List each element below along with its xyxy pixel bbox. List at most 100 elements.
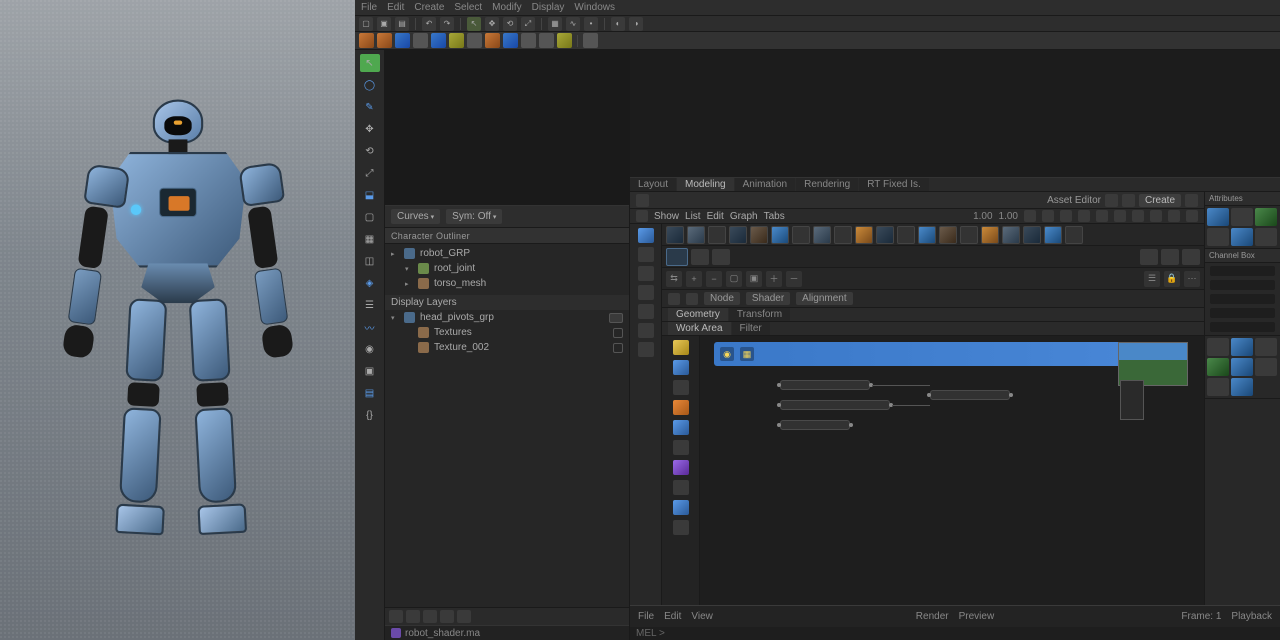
channel-field[interactable] bbox=[1210, 266, 1275, 276]
menu-item[interactable]: Tabs bbox=[764, 211, 785, 222]
workspace-tab[interactable]: Animation bbox=[735, 178, 795, 191]
input-output-icon[interactable]: ⇆ bbox=[666, 271, 682, 287]
chip-icon[interactable] bbox=[668, 293, 680, 305]
gear-icon[interactable] bbox=[1122, 194, 1135, 207]
channel-row[interactable] bbox=[1207, 279, 1278, 291]
channel-row[interactable] bbox=[1207, 307, 1278, 319]
render-icon[interactable]: ◐ bbox=[611, 17, 625, 31]
menu-item[interactable]: Graph bbox=[730, 211, 758, 222]
bin-options-icon[interactable] bbox=[1182, 249, 1200, 265]
chip-icon[interactable] bbox=[686, 293, 698, 305]
menu-item[interactable]: File bbox=[361, 2, 377, 13]
menu-item[interactable]: Windows bbox=[574, 2, 615, 13]
material-swatch[interactable] bbox=[897, 226, 915, 244]
attr-thumb[interactable] bbox=[1231, 208, 1253, 226]
node-connection[interactable] bbox=[872, 385, 930, 386]
utility-category-icon[interactable] bbox=[638, 285, 654, 300]
secondary-viewport[interactable] bbox=[385, 50, 629, 206]
selection-bar[interactable]: ◉ ▦ bbox=[714, 342, 1188, 366]
outliner-item[interactable]: ▸torso_mesh bbox=[385, 276, 629, 291]
channel-field[interactable] bbox=[1210, 322, 1275, 332]
attr-thumb[interactable] bbox=[1231, 228, 1253, 246]
bin-preview[interactable] bbox=[666, 248, 688, 266]
graph-dots-icon[interactable]: ⋯ bbox=[1184, 271, 1200, 287]
shelf-camera-icon[interactable] bbox=[467, 33, 482, 48]
search-icon[interactable] bbox=[1168, 210, 1180, 222]
shelf-poly-sphere-icon[interactable] bbox=[377, 33, 392, 48]
clear-graph-icon[interactable] bbox=[1078, 210, 1090, 222]
shading-group-icon[interactable] bbox=[638, 323, 654, 338]
bin-delete-icon[interactable] bbox=[712, 249, 730, 265]
timeline-menu[interactable]: View bbox=[691, 611, 713, 622]
menu-item[interactable]: Modify bbox=[492, 2, 521, 13]
toolbox-last-icon[interactable]: ⬓ bbox=[360, 186, 380, 204]
show-shapes-icon[interactable] bbox=[440, 610, 454, 623]
create-button[interactable]: Create bbox=[1139, 194, 1181, 207]
material-swatch[interactable] bbox=[939, 226, 957, 244]
swatch-preview-thumbnail[interactable] bbox=[1120, 380, 1144, 420]
workspace-tab[interactable]: Layout bbox=[630, 178, 676, 191]
lock-icon[interactable]: 🔒 bbox=[1164, 271, 1180, 287]
chip-button[interactable]: Node bbox=[704, 292, 740, 305]
material-swatch[interactable] bbox=[687, 226, 705, 244]
frame-all-icon[interactable]: ▢ bbox=[726, 271, 742, 287]
shader-node[interactable] bbox=[780, 420, 850, 430]
attr-thumb[interactable] bbox=[1255, 208, 1277, 226]
timeline-menu[interactable]: File bbox=[638, 611, 654, 622]
channel-field[interactable] bbox=[1210, 294, 1275, 304]
toolbox-move-icon[interactable]: ✥ bbox=[360, 120, 380, 138]
toolbox-script-icon[interactable]: {} bbox=[360, 406, 380, 424]
shelf-deform-icon[interactable] bbox=[539, 33, 554, 48]
texture-node-icon[interactable] bbox=[673, 400, 689, 415]
expand-icon[interactable]: ▾ bbox=[391, 314, 399, 322]
save-scene-icon[interactable]: ▤ bbox=[395, 17, 409, 31]
material-swatch[interactable] bbox=[918, 226, 936, 244]
redo-icon[interactable]: ↷ bbox=[440, 17, 454, 31]
toolbox-lasso-icon[interactable]: ◯ bbox=[360, 76, 380, 94]
rearrange-icon[interactable] bbox=[1096, 210, 1108, 222]
menu-item[interactable]: Edit bbox=[387, 2, 404, 13]
toolbox-uv-icon[interactable]: ▤ bbox=[360, 384, 380, 402]
channel-field[interactable] bbox=[1210, 280, 1275, 290]
layer-visibility-toggle[interactable] bbox=[613, 328, 623, 338]
filter-icon[interactable] bbox=[389, 610, 403, 623]
camera-category-icon[interactable] bbox=[638, 304, 654, 319]
main-viewport[interactable] bbox=[630, 50, 1280, 178]
home-icon[interactable] bbox=[636, 210, 648, 222]
scale-tool-icon[interactable]: ⤢ bbox=[521, 17, 535, 31]
channel-row[interactable] bbox=[1207, 265, 1278, 277]
attr-thumb[interactable] bbox=[1207, 228, 1229, 246]
material-category-icon[interactable] bbox=[638, 228, 654, 243]
zoom-out-icon[interactable]: － bbox=[786, 271, 802, 287]
rotate-tool-icon[interactable]: ⟲ bbox=[503, 17, 517, 31]
chip-button[interactable]: Shader bbox=[746, 292, 790, 305]
symmetry-dropdown[interactable]: Sym: Off bbox=[446, 209, 502, 224]
shelf-skin-icon[interactable] bbox=[521, 33, 536, 48]
texture-category-icon[interactable] bbox=[638, 247, 654, 262]
open-scene-icon[interactable]: ▣ bbox=[377, 17, 391, 31]
shader-node[interactable] bbox=[780, 380, 870, 390]
light-node-icon[interactable] bbox=[673, 340, 689, 355]
material-swatch[interactable] bbox=[834, 226, 852, 244]
toolbox-hypershade-icon[interactable]: ◉ bbox=[360, 340, 380, 358]
menu-item[interactable]: Edit bbox=[707, 211, 724, 222]
attr-thumb[interactable] bbox=[1255, 338, 1277, 356]
expand-icon[interactable]: ▸ bbox=[391, 250, 399, 258]
displacement-node-icon[interactable] bbox=[673, 440, 689, 455]
refresh-icon[interactable] bbox=[1024, 210, 1036, 222]
layer-item[interactable]: Texture_002 bbox=[385, 340, 629, 355]
material-swatch[interactable] bbox=[960, 226, 978, 244]
remove-node-icon[interactable]: − bbox=[706, 271, 722, 287]
graph-tab[interactable]: Transform bbox=[729, 308, 790, 321]
layer-item[interactable]: Textures bbox=[385, 325, 629, 340]
attr-thumb[interactable] bbox=[1207, 208, 1229, 226]
ipr-render-icon[interactable]: ◑ bbox=[629, 17, 643, 31]
graph-layout-icon[interactable]: ☰ bbox=[1144, 271, 1160, 287]
layer-item[interactable]: ▾head_pivots_grp bbox=[385, 310, 629, 325]
graph-subtab[interactable]: Work Area bbox=[668, 322, 731, 335]
attr-thumb[interactable] bbox=[1231, 378, 1253, 396]
attr-thumb[interactable] bbox=[1255, 358, 1277, 376]
close-icon[interactable] bbox=[1185, 194, 1198, 207]
menu-item[interactable]: Create bbox=[414, 2, 444, 13]
bake-set-icon[interactable] bbox=[638, 342, 654, 357]
